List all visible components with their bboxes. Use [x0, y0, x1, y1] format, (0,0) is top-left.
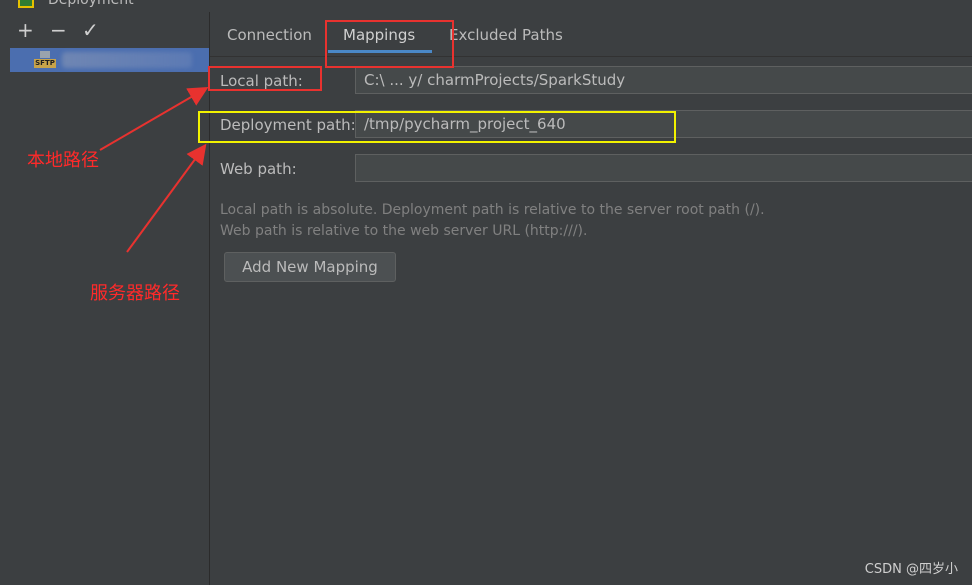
- csdn-watermark: CSDN @四岁小: [864, 562, 958, 577]
- arrow-to-deployment-path: [126, 143, 207, 253]
- local-path-note: 本地路径: [27, 150, 99, 171]
- arrow-to-local-path: [99, 86, 209, 151]
- server-path-note: 服务器路径: [90, 283, 180, 304]
